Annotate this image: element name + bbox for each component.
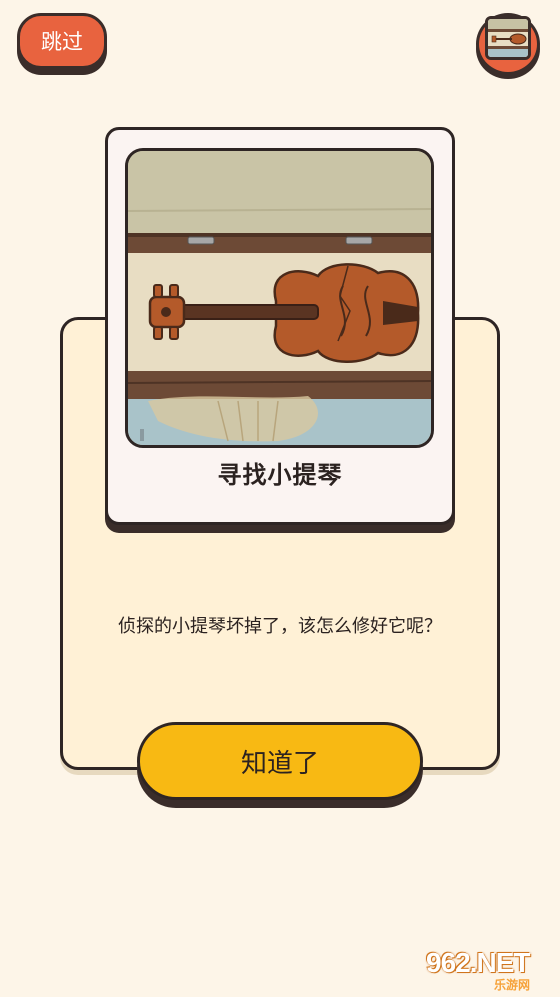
watermark-subtitle: 乐游网 [494,978,531,992]
item-thumbnail-button[interactable] [476,13,540,79]
confirm-button-face[interactable]: 知道了 [137,722,423,800]
violin-thumbnail-icon [485,16,531,60]
skip-button[interactable]: 跳过 [17,13,107,75]
card-title: 寻找小提琴 [217,461,343,489]
site-watermark: 962.NET 乐游网 [420,947,556,993]
confirm-button-label: 知道了 [240,748,319,779]
skip-button-label: 跳过 [41,30,83,54]
watermark-brand: 962.NET [426,947,530,978]
skip-button-face[interactable]: 跳过 [17,13,107,69]
confirm-button[interactable]: 知道了 [137,722,423,808]
dialog-message: 侦探的小提琴坏掉了，该怎么修好它呢？ [118,616,442,637]
violin-in-case-icon [125,148,434,448]
